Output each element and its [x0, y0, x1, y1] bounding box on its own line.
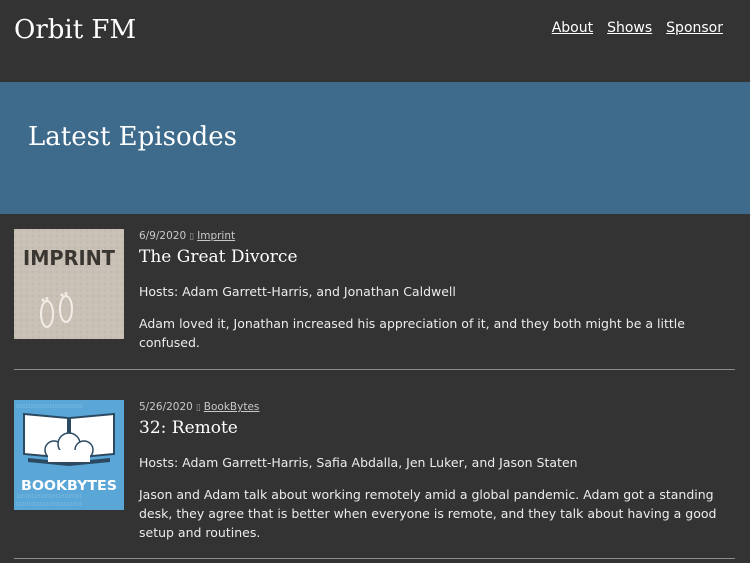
episode-item: IMPRINT 6/9/2020 ▯ Imprint The Great Divor… [14, 229, 735, 370]
episode-content: 6/9/2020 ▯ Imprint The Great Divorce Hosts… [139, 229, 735, 352]
svg-text:1001011010010110100101: 1001011010010110100101 [16, 494, 82, 500]
main-nav: About Shows Sponsor [552, 20, 723, 36]
episode-date: 6/9/2020 [139, 230, 187, 242]
episode-title-link[interactable]: 32: Remote [139, 417, 735, 439]
episode-content: 5/26/2020 ▯ BookBytes 32: Remote Hosts: Ad… [139, 400, 735, 542]
svg-text:0101101001011010010110: 0101101001011010010110 [16, 404, 82, 410]
nav-shows-link[interactable]: Shows [607, 20, 652, 36]
episode-summary: Jason and Adam talk about working remote… [139, 487, 717, 540]
page-heading: Latest Episodes [28, 122, 237, 152]
episode-date: 5/26/2020 [139, 401, 193, 413]
nav-sponsor-link[interactable]: Sponsor [666, 20, 723, 36]
show-link-bookbytes[interactable]: BookBytes [204, 401, 260, 413]
episode-title-link[interactable]: The Great Divorce [139, 246, 735, 268]
episode-hosts: Hosts: Adam Garrett-Harris, Safia Abdall… [139, 455, 578, 470]
svg-text:0110100101101001011010: 0110100101101001011010 [16, 502, 82, 508]
episode-item: 0101101001011010010110 10010110100101101… [14, 400, 735, 559]
imprint-cover-text: IMPRINT [23, 246, 115, 270]
site-header: Orbit FM About Shows Sponsor [0, 0, 750, 82]
site-title-link[interactable]: Orbit FM [14, 15, 136, 45]
episode-meta: 5/26/2020 ▯ BookBytes [139, 400, 735, 415]
separator-icon: ▯ [195, 403, 201, 413]
show-link-imprint[interactable]: Imprint [197, 230, 235, 242]
hero-banner: Latest Episodes [0, 82, 750, 214]
episode-hosts: Hosts: Adam Garrett-Harris, and Jonathan… [139, 284, 456, 299]
separator-icon: ▯ [189, 232, 195, 242]
bookbytes-cover-text: BOOKBYTES [21, 479, 117, 494]
episode-meta: 6/9/2020 ▯ Imprint [139, 229, 735, 244]
bookbytes-cover-image[interactable]: 0101101001011010010110 10010110100101101… [14, 400, 124, 510]
nav-about-link[interactable]: About [552, 20, 593, 36]
episode-summary: Adam loved it, Jonathan increased his ap… [139, 316, 685, 350]
imprint-cover-image[interactable]: IMPRINT [14, 229, 124, 339]
